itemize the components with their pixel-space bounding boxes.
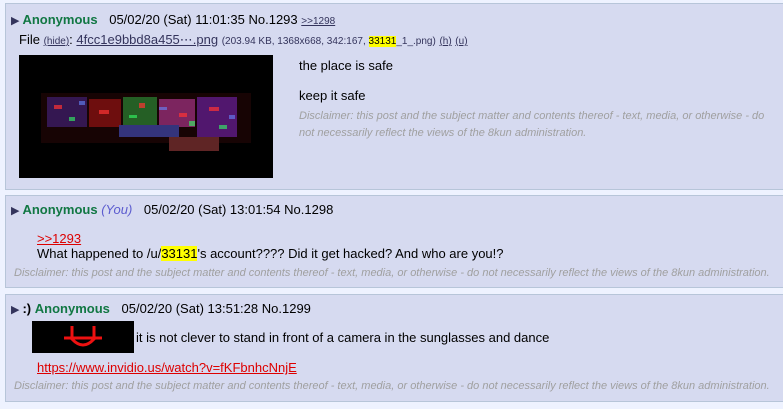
quote-link[interactable]: >>1293 xyxy=(37,231,81,246)
image-thumbnail[interactable] xyxy=(19,55,273,178)
post-number[interactable]: No.1293 xyxy=(248,12,297,27)
disclaimer: Disclaimer: this post and the subject ma… xyxy=(14,267,770,279)
post-1293: ▶ Anonymous 05/02/20 (Sat) 11:01:35 No.12… xyxy=(5,3,783,190)
post-header: ▶:) Anonymous 05/02/20 (Sat) 13:51:28 No… xyxy=(11,301,311,316)
post-number[interactable]: No.1298 xyxy=(284,202,333,217)
post-date: 05/02/20 (Sat) 13:01:54 xyxy=(143,202,281,217)
post-1299: ▶:) Anonymous 05/02/20 (Sat) 13:51:28 No… xyxy=(5,294,783,402)
file-info: File (hide): 4fcc1e9bbd8a455⋯.png (203.9… xyxy=(19,32,468,48)
post-line-2: keep it safe xyxy=(299,88,366,103)
file-name-link[interactable]: 4fcc1e9bbd8a455⋯.png xyxy=(76,32,218,47)
backlink[interactable]: >>1298 xyxy=(301,16,335,27)
file-meta: (203.94 KB, 1368x668, 342:167, 33131_1_.… xyxy=(221,36,436,47)
poster-name: Anonymous xyxy=(34,301,110,316)
file-colon: : xyxy=(69,32,73,47)
highlighted-text: 33131 xyxy=(161,246,198,261)
post-header: ▶ Anonymous 05/02/20 (Sat) 11:01:35 No.12… xyxy=(11,12,335,27)
red-u-icon xyxy=(32,321,134,353)
disclaimer-line-1: Disclaimer: this post and the subject ma… xyxy=(299,110,765,122)
post-number[interactable]: No.1299 xyxy=(262,301,311,316)
emoji-image xyxy=(32,321,134,353)
thumbnail-image xyxy=(19,55,273,178)
post-date: 05/02/20 (Sat) 13:51:28 xyxy=(121,301,259,316)
post-date: 05/02/20 (Sat) 11:01:35 xyxy=(109,12,245,27)
video-link[interactable]: https://www.invidio.us/watch?v=fKFbnhcNn… xyxy=(37,360,297,375)
you-tag: (You) xyxy=(101,202,133,217)
poster-name: Anonymous xyxy=(22,202,98,217)
post-subject: :) xyxy=(22,301,32,316)
poster-name: Anonymous xyxy=(22,12,98,27)
expand-triangle-icon[interactable]: ▶ xyxy=(11,205,19,217)
expand-triangle-icon[interactable]: ▶ xyxy=(11,15,19,27)
post-header: ▶ Anonymous (You) 05/02/20 (Sat) 13:01:54… xyxy=(11,202,333,217)
disclaimer: Disclaimer: this post and the subject ma… xyxy=(14,380,770,392)
expand-triangle-icon[interactable]: ▶ xyxy=(11,304,19,316)
post-1298: ▶ Anonymous (You) 05/02/20 (Sat) 13:01:54… xyxy=(5,195,783,288)
disclaimer-line-2: not necessarily reflect the views of the… xyxy=(299,127,587,139)
hide-link[interactable]: (hide) xyxy=(44,36,70,47)
file-label: File xyxy=(19,32,40,47)
h-link[interactable]: (h) xyxy=(439,36,451,47)
post-line-1: the place is safe xyxy=(299,58,393,73)
u-link[interactable]: (u) xyxy=(455,36,467,47)
post-body: What happened to /u/33131's account???? … xyxy=(37,246,504,261)
post-body: it is not clever to stand in front of a … xyxy=(136,330,550,345)
